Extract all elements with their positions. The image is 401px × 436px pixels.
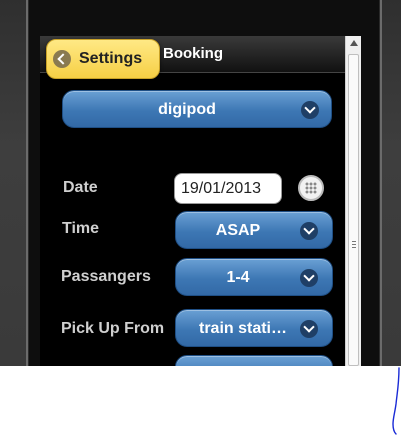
chevron-down-icon	[300, 320, 318, 338]
pen-annotation	[392, 367, 400, 435]
back-button-label: Settings	[79, 50, 143, 67]
pickup-label: Pick Up From	[61, 320, 165, 337]
vertical-scrollbar[interactable]	[345, 36, 361, 366]
back-button[interactable]: Settings	[46, 39, 160, 79]
passengers-label: Passangers	[61, 268, 151, 285]
vendor-select[interactable]: digipod	[62, 90, 332, 128]
time-select[interactable]: ASAP	[175, 211, 333, 249]
page-title: Booking	[163, 45, 223, 62]
app-screen: Booking digipod Date Time ASAP Passanger…	[40, 36, 361, 366]
calendar-icon[interactable]	[298, 175, 324, 201]
phone-device: Booking digipod Date Time ASAP Passanger…	[0, 0, 401, 366]
time-label: Time	[62, 220, 100, 237]
passengers-select[interactable]: 1-4	[175, 258, 333, 296]
chevron-left-icon	[53, 50, 71, 68]
vendor-select-value: digipod	[158, 101, 216, 118]
chevron-down-icon	[300, 269, 318, 287]
grip-icon	[352, 241, 356, 248]
chevron-down-icon	[300, 222, 318, 240]
scroll-up-arrow-icon[interactable]	[350, 40, 358, 46]
next-select[interactable]	[175, 355, 333, 366]
time-select-value: ASAP	[215, 222, 261, 239]
pickup-select-value: train stati…	[198, 320, 287, 337]
pickup-select[interactable]: train stati…	[175, 309, 333, 347]
date-label: Date	[63, 179, 98, 196]
date-field[interactable]	[174, 173, 282, 204]
chevron-down-icon	[301, 101, 319, 119]
passengers-select-value: 1-4	[226, 269, 250, 286]
scroll-thumb[interactable]	[348, 54, 359, 366]
